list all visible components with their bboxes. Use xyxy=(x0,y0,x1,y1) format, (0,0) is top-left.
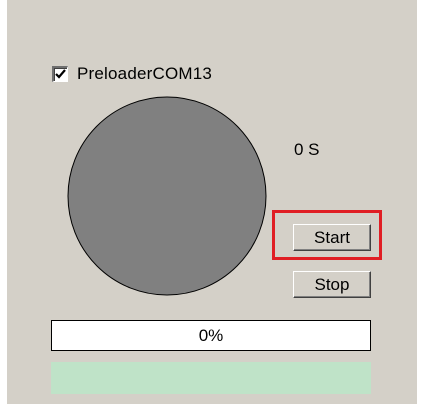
tool-window: PreloaderCOM13 0 S Start Stop 0% xyxy=(0,0,425,413)
start-button[interactable]: Start xyxy=(293,224,371,251)
status-strip xyxy=(51,362,371,394)
status-circle xyxy=(67,96,267,296)
progress-text: 0% xyxy=(198,325,224,345)
port-checkbox-row[interactable]: PreloaderCOM13 xyxy=(52,63,212,85)
port-label: PreloaderCOM13 xyxy=(77,64,213,83)
checkmark-icon xyxy=(55,69,66,79)
port-checkbox[interactable] xyxy=(52,66,68,82)
elapsed-time: 0 S xyxy=(294,140,320,159)
progress-bar: 0% xyxy=(51,320,371,351)
stop-button[interactable]: Stop xyxy=(293,271,371,298)
